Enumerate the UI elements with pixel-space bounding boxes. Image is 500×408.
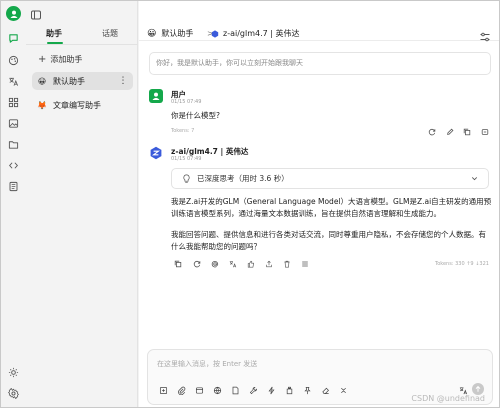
- settings-icon[interactable]: [5, 385, 22, 402]
- more-icon[interactable]: [480, 127, 489, 136]
- palette-icon[interactable]: [5, 52, 22, 69]
- message-input[interactable]: 在这里输入消息，按 Enter 发送: [157, 359, 257, 369]
- folder-icon[interactable]: [5, 136, 22, 153]
- globe-icon[interactable]: [212, 385, 222, 395]
- pin-icon[interactable]: [302, 385, 312, 395]
- thinking-panel[interactable]: 已深度思考（用时 3.6 秒）: [171, 168, 489, 189]
- tool-icon[interactable]: [248, 385, 258, 395]
- sidebar-toggle-icon[interactable]: [30, 6, 42, 20]
- chat-settings-icon[interactable]: [479, 28, 491, 42]
- assistant-panel: 助手 话题 + 添加助手 😀 默认助手 ⋮ 🦊 文章编写助手: [26, 1, 138, 407]
- assistant-name: 文章编写助手: [53, 100, 101, 110]
- image-icon[interactable]: [5, 115, 22, 132]
- more-options-icon[interactable]: ⋮: [118, 75, 128, 87]
- notes-icon[interactable]: [5, 178, 22, 195]
- attachment-icon[interactable]: [176, 385, 186, 395]
- add-assistant-label: 添加助手: [50, 55, 83, 64]
- add-assistant-button[interactable]: + 添加助手: [38, 54, 82, 65]
- delete-icon[interactable]: [282, 259, 291, 268]
- message-timestamp: 01/15 07:49: [171, 156, 202, 162]
- token-count: Tokens: 7: [171, 128, 195, 134]
- assistant-item-writer[interactable]: 🦊 文章编写助手: [32, 96, 133, 114]
- thumbs-up-icon[interactable]: [246, 259, 255, 268]
- collapse-icon[interactable]: [338, 385, 348, 395]
- panel-tabs: 助手 话题: [26, 27, 138, 43]
- model-name: z-ai/glm4.7 | 英伟达: [223, 29, 300, 38]
- thinking-label: 已深度思考（用时 3.6 秒）: [197, 174, 289, 183]
- message-timestamp: 01/15 07:49: [171, 99, 202, 105]
- lightbulb-icon: [183, 174, 190, 183]
- assistant-emoji-icon: 😀: [147, 28, 157, 39]
- message-paragraph: 我是Z.ai开发的GLM（General Language Model）大语言模…: [171, 197, 492, 218]
- lightning-icon[interactable]: [266, 385, 276, 395]
- menu-icon[interactable]: [300, 259, 309, 268]
- chat-main: 😀 默认助手 > z-ai/glm4.7 | 英伟达 你好，我是默认助手，你可以…: [139, 1, 499, 407]
- export-icon[interactable]: [264, 259, 273, 268]
- plus-icon: +: [38, 53, 47, 65]
- eraser-icon[interactable]: [320, 385, 330, 395]
- chevron-down-icon: [471, 177, 478, 181]
- assistant-item-default[interactable]: 😀 默认助手 ⋮: [32, 72, 133, 90]
- window-icon[interactable]: [194, 385, 204, 395]
- copy-icon[interactable]: [173, 259, 182, 268]
- new-topic-icon[interactable]: [158, 385, 168, 395]
- user-avatar-icon[interactable]: [6, 6, 21, 21]
- app-window: 助手 话题 + 添加助手 😀 默认助手 ⋮ 🦊 文章编写助手 😀 默认助手 >: [0, 0, 500, 408]
- copy-icon[interactable]: [462, 127, 471, 136]
- assistant-emoji: 😀: [37, 76, 47, 86]
- message-text: 你是什么模型?: [171, 111, 220, 120]
- model-logo-icon: [149, 146, 163, 160]
- user-avatar-icon: [149, 89, 163, 103]
- chat-header: 😀 默认助手 > z-ai/glm4.7 | 英伟达: [139, 1, 499, 42]
- regenerate-icon[interactable]: [192, 259, 201, 268]
- sun-icon[interactable]: [5, 364, 22, 381]
- chat-icon[interactable]: [5, 30, 22, 47]
- mention-icon[interactable]: [210, 259, 219, 268]
- tab-assistants[interactable]: 助手: [26, 27, 82, 43]
- breadcrumb-assistant[interactable]: 😀 默认助手: [147, 28, 193, 39]
- breadcrumb-assistant-label: 默认助手: [161, 29, 194, 38]
- translate-icon[interactable]: [228, 259, 237, 268]
- edit-icon[interactable]: [445, 127, 454, 136]
- tab-topics[interactable]: 话题: [82, 27, 138, 43]
- clip-icon[interactable]: [284, 385, 294, 395]
- translate-icon[interactable]: [5, 73, 22, 90]
- regenerate-icon[interactable]: [427, 127, 436, 136]
- model-logo-icon: [211, 29, 219, 38]
- watermark: CSDN @undefinad: [411, 394, 485, 403]
- file-icon[interactable]: [230, 385, 240, 395]
- tab-divider: [26, 44, 138, 45]
- assistant-emoji: 🦊: [37, 100, 47, 110]
- system-prompt-field[interactable]: 你好，我是默认助手，你可以立刻开始跟我聊天: [149, 52, 491, 75]
- assistant-name: 默认助手: [53, 76, 85, 86]
- arrow-up-icon: [475, 385, 481, 392]
- message-paragraph: 我能回答问题、提供信息和进行各类对话交流，同时尊重用户隐私，不会存储您的个人数据…: [171, 230, 486, 251]
- model-selector[interactable]: z-ai/glm4.7 | 英伟达: [211, 28, 300, 39]
- apps-icon[interactable]: [5, 94, 22, 111]
- token-count: Tokens: 330 ↑9 ↓321: [435, 261, 489, 267]
- icon-rail: [1, 1, 26, 407]
- code-icon[interactable]: [5, 157, 22, 174]
